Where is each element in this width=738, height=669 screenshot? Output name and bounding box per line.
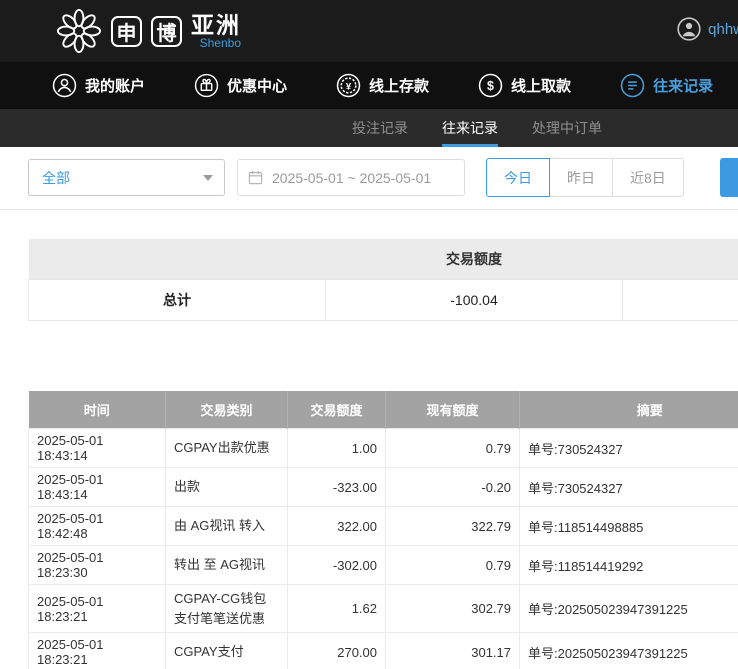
table-row: 2025-05-01 18:42:48 由 AG视讯 转入 322.00 322…: [29, 507, 738, 546]
tab-betting-records[interactable]: 投注记录: [352, 109, 408, 147]
cell-type: 由 AG视讯 转入: [166, 507, 288, 546]
brand-region-label: 亚洲: [191, 13, 241, 37]
brand-logo[interactable]: 申 博 亚洲 Shenbo: [56, 8, 241, 54]
brand-char-bo: 博: [151, 16, 182, 47]
nav-item-label: 优惠中心: [227, 75, 287, 96]
cell-type: 出款: [166, 468, 288, 507]
user-account[interactable]: qhhw: [677, 17, 738, 41]
table-row: 2025-05-01 18:43:14 出款 -323.00 -0.20 单号:…: [29, 468, 738, 507]
cell-amount: 1.62: [288, 585, 386, 633]
svg-text:$: $: [487, 79, 494, 93]
brand-char-shen: 申: [111, 16, 142, 47]
cell-balance: 322.79: [386, 507, 520, 546]
deposit-icon: ¥: [336, 73, 361, 98]
cell-balance: -0.20: [386, 468, 520, 507]
cell-type: CGPAY出款优惠: [166, 429, 288, 468]
summary-total-value: -100.04: [326, 279, 623, 320]
table-row: 2025-05-01 18:23:21 CGPAY支付 270.00 301.1…: [29, 633, 738, 669]
last-8-days-button[interactable]: 近8日: [612, 158, 684, 197]
date-range-input[interactable]: 2025-05-01 ~ 2025-05-01: [237, 159, 465, 196]
summary-total-label: 总计: [29, 279, 326, 320]
calendar-icon: [248, 170, 263, 185]
cell-memo: 单号:730524327: [520, 468, 738, 507]
nav-item-label: 我的账户: [85, 75, 145, 96]
summary-section: 交易额度 总计 -100.04: [28, 239, 738, 321]
records-subnav: 投注记录 往来记录 处理中订单: [0, 109, 738, 147]
tab-pending-orders[interactable]: 处理中订单: [532, 109, 602, 147]
cell-time: 2025-05-01 18:23:21: [29, 633, 166, 669]
withdraw-icon: $: [478, 73, 503, 98]
cell-type: CGPAY支付: [166, 633, 288, 669]
type-select[interactable]: 全部: [28, 159, 225, 196]
cell-amount: -302.00: [288, 546, 386, 585]
today-button[interactable]: 今日: [486, 158, 550, 197]
records-table: 时间 交易类别 交易额度 现有额度 摘要 2025-05-01 18:43:14…: [28, 391, 738, 669]
column-header-amount: 交易额度: [288, 391, 386, 429]
nav-item-promotions[interactable]: 优惠中心: [194, 73, 287, 98]
cell-time: 2025-05-01 18:43:14: [29, 468, 166, 507]
cell-balance: 302.79: [386, 585, 520, 633]
tab-transaction-records[interactable]: 往来记录: [442, 109, 498, 147]
column-header-memo: 摘要: [520, 391, 738, 429]
summary-total-row: 总计 -100.04: [29, 279, 738, 320]
records-section: 时间 交易类别 交易额度 现有额度 摘要 2025-05-01 18:43:14…: [28, 391, 738, 669]
column-header-type: 交易类别: [166, 391, 288, 429]
cell-time: 2025-05-01 18:23:21: [29, 585, 166, 633]
table-row: 2025-05-01 18:23:21 CGPAY-CG钱包支付笔笔送优惠 1.…: [29, 585, 738, 633]
lotus-flower-icon: [56, 8, 102, 54]
cell-balance: 301.17: [386, 633, 520, 669]
cell-time: 2025-05-01 18:23:30: [29, 546, 166, 585]
records-icon: [620, 73, 645, 98]
nav-item-label: 往来记录: [653, 75, 713, 96]
yesterday-button[interactable]: 昨日: [549, 158, 613, 197]
top-header: 申 博 亚洲 Shenbo qhhw: [0, 0, 738, 62]
cell-balance: 0.79: [386, 429, 520, 468]
type-select-value: 全部: [42, 168, 70, 188]
cell-memo: 单号:730524327: [520, 429, 738, 468]
cell-amount: -323.00: [288, 468, 386, 507]
filter-bar: 全部 2025-05-01 ~ 2025-05-01 今日 昨日 近8日: [0, 147, 738, 210]
nav-item-transactions[interactable]: 往来记录: [620, 73, 713, 98]
nav-item-label: 线上取款: [511, 75, 571, 96]
username-label: qhhw: [708, 21, 738, 38]
cell-time: 2025-05-01 18:43:14: [29, 429, 166, 468]
records-header-row: 时间 交易类别 交易额度 现有额度 摘要: [29, 391, 738, 429]
cell-type: CGPAY-CG钱包支付笔笔送优惠: [166, 585, 288, 633]
column-header-balance: 现有额度: [386, 391, 520, 429]
search-button[interactable]: [720, 158, 738, 197]
nav-item-deposit[interactable]: ¥ 线上存款: [336, 73, 429, 98]
summary-empty-cell: [623, 279, 738, 320]
cell-type: 转出 至 AG视讯: [166, 546, 288, 585]
date-range-value: 2025-05-01 ~ 2025-05-01: [272, 170, 431, 186]
cell-amount: 1.00: [288, 429, 386, 468]
cell-amount: 270.00: [288, 633, 386, 669]
nav-item-withdraw[interactable]: $ 线上取款: [478, 73, 571, 98]
nav-item-label: 线上存款: [369, 75, 429, 96]
summary-header-amount: 交易额度: [326, 239, 623, 279]
cell-memo: 单号:202505023947391225: [520, 585, 738, 633]
summary-header-empty: [623, 239, 738, 279]
table-row: 2025-05-01 18:43:14 CGPAY出款优惠 1.00 0.79 …: [29, 429, 738, 468]
main-navigation: 我的账户 优惠中心 ¥ 线上存款 $ 线上取款 往来记录: [0, 62, 738, 109]
chevron-down-icon: [203, 175, 213, 181]
cell-amount: 322.00: [288, 507, 386, 546]
summary-header-row: 交易额度: [29, 239, 738, 279]
summary-header-empty: [29, 239, 326, 279]
account-icon: [52, 73, 77, 98]
cell-balance: 0.79: [386, 546, 520, 585]
column-header-time: 时间: [29, 391, 166, 429]
cell-memo: 单号:118514498885: [520, 507, 738, 546]
brand-subtitle: Shenbo: [200, 37, 241, 50]
summary-table: 交易额度 总计 -100.04: [28, 239, 738, 321]
cell-time: 2025-05-01 18:42:48: [29, 507, 166, 546]
promo-icon: [194, 73, 219, 98]
cell-memo: 单号:202505023947391225: [520, 633, 738, 669]
cell-memo: 单号:118514419292: [520, 546, 738, 585]
quick-date-buttons: 今日 昨日 近8日: [487, 158, 684, 197]
avatar-icon: [677, 17, 701, 41]
table-row: 2025-05-01 18:23:30 转出 至 AG视讯 -302.00 0.…: [29, 546, 738, 585]
nav-item-my-account[interactable]: 我的账户: [52, 73, 145, 98]
svg-text:¥: ¥: [346, 81, 352, 92]
